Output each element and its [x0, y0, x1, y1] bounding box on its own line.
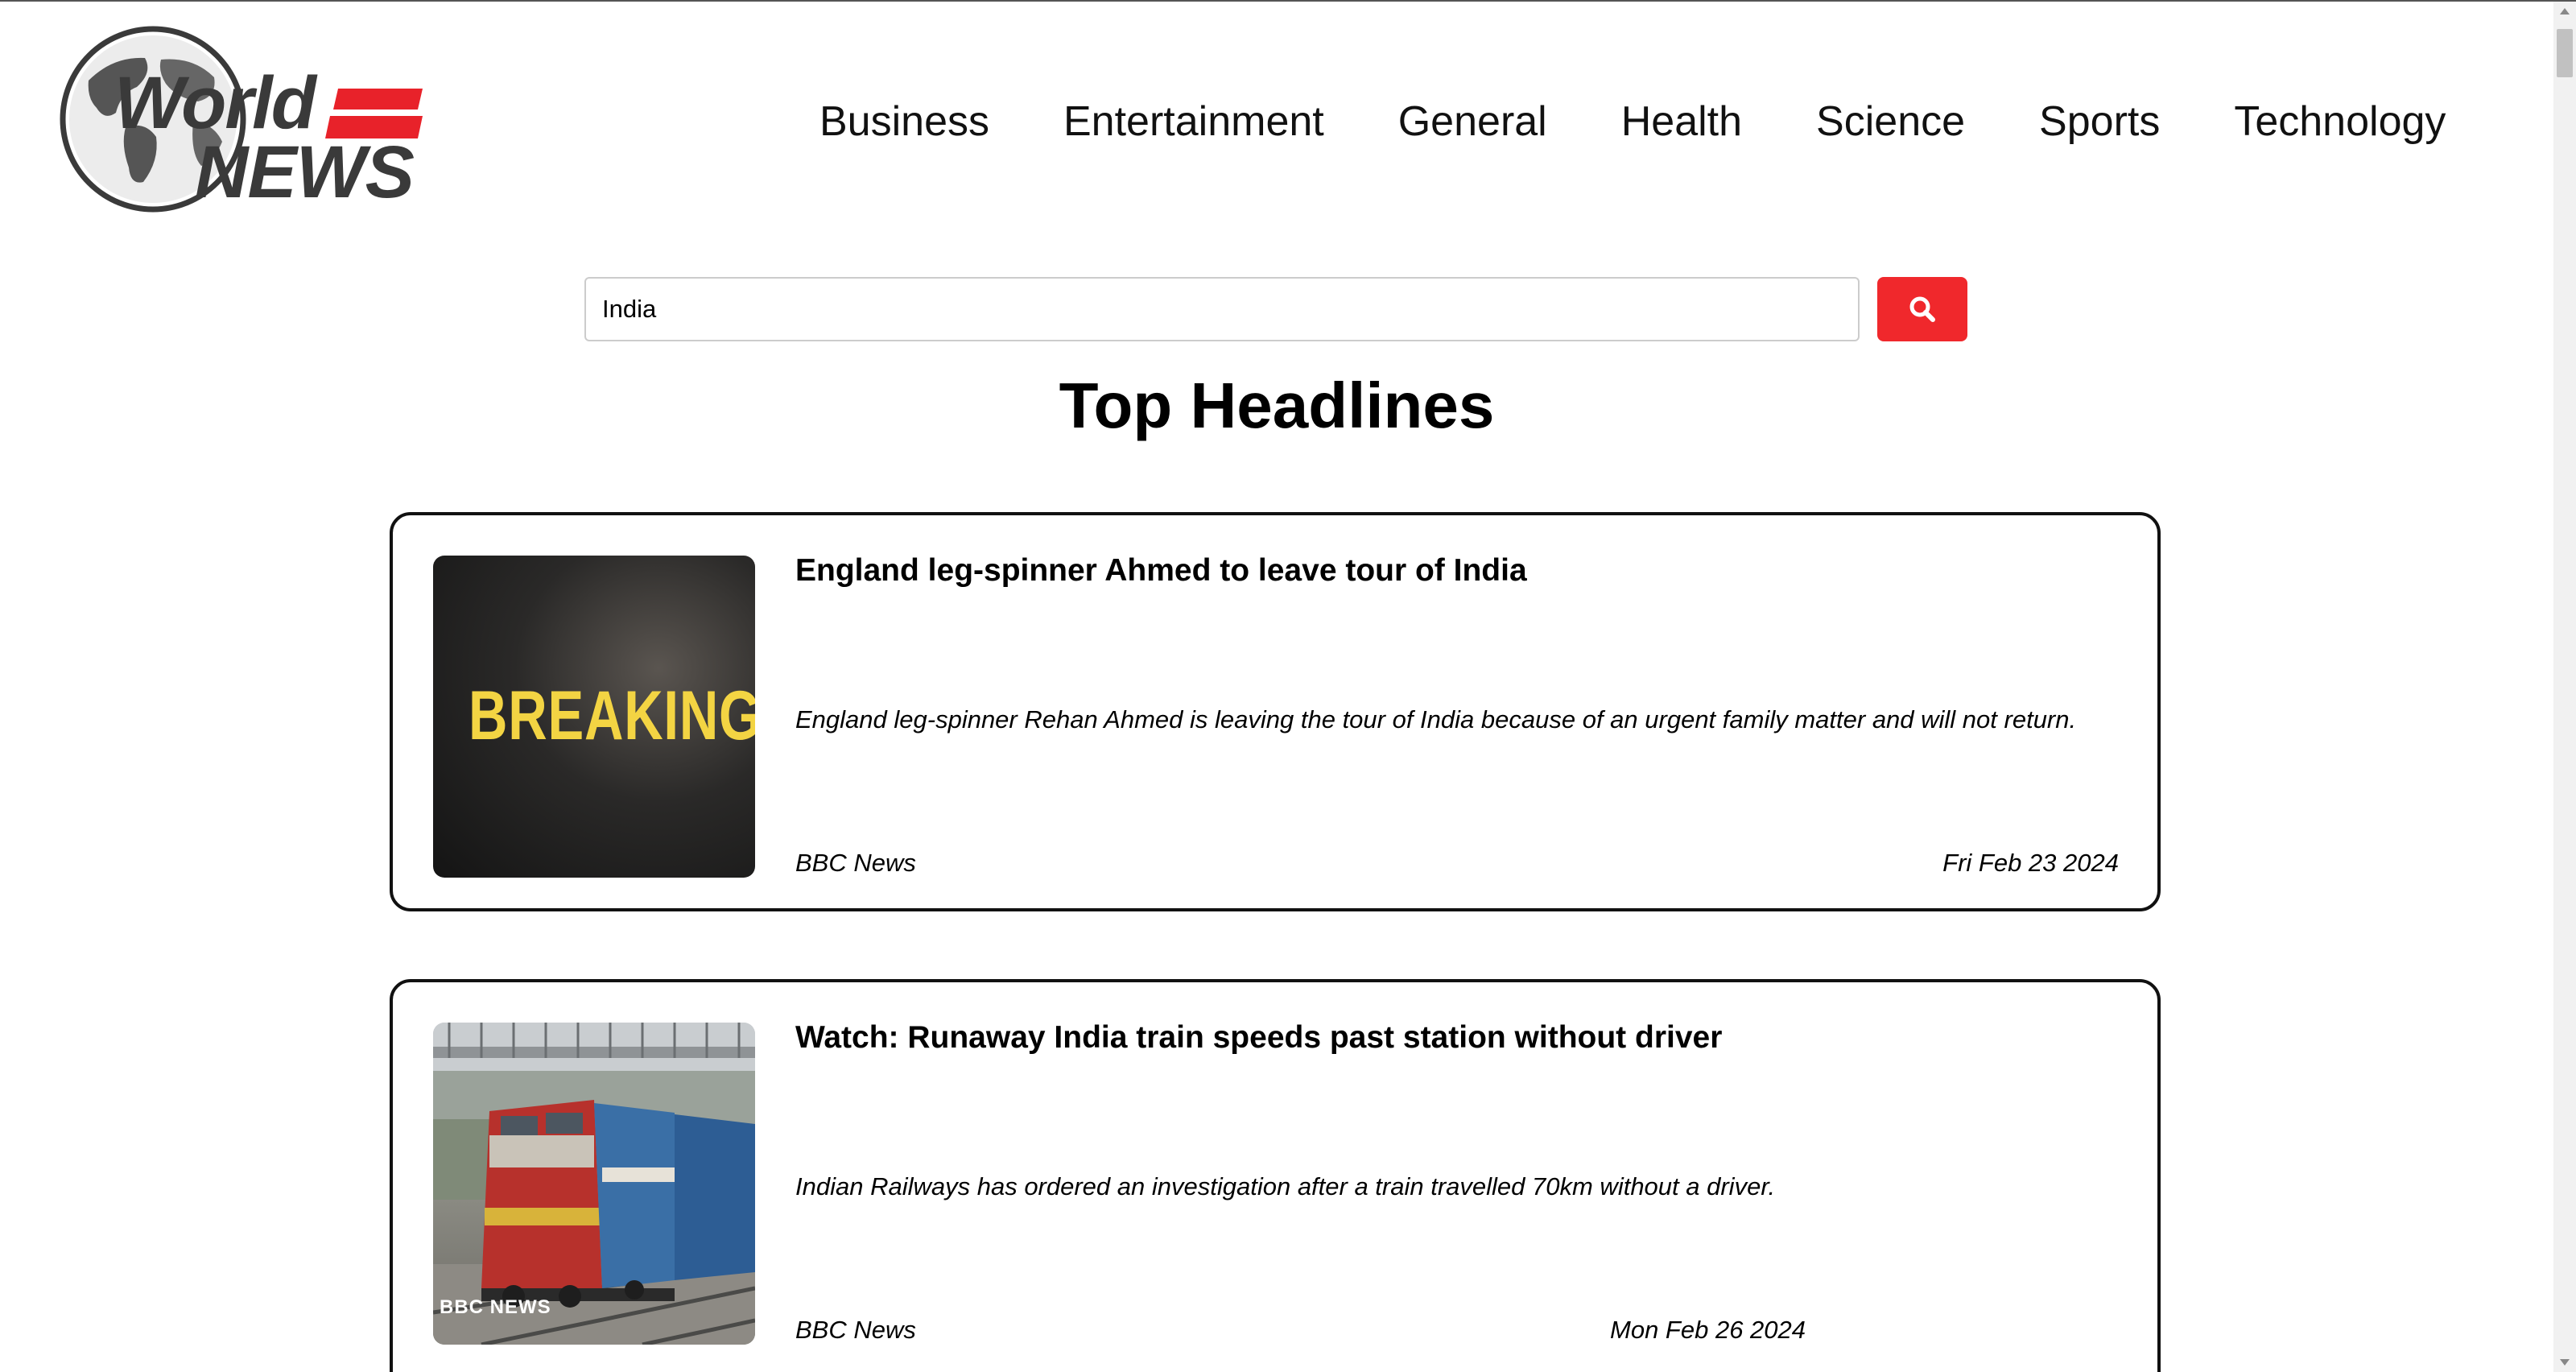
page-title: Top Headlines	[1059, 370, 1495, 441]
site-logo[interactable]: World NEWS	[56, 24, 427, 217]
logo-text-world: World	[114, 62, 316, 144]
article-date: Fri Feb 23 2024	[1942, 849, 2119, 877]
article-thumbnail[interactable]: BREAKING	[433, 556, 755, 878]
page: World NEWS Business Entertainment Genera…	[0, 2, 2553, 1372]
article-date: Mon Feb 26 2024	[1610, 1316, 1806, 1344]
nav-sports[interactable]: Sports	[2039, 97, 2160, 146]
nav-science[interactable]: Science	[1816, 97, 1965, 146]
vertical-scrollbar[interactable]	[2553, 2, 2576, 1372]
article-card[interactable]: BREAKING England leg-spinner Ahmed to le…	[390, 512, 2161, 911]
nav-business[interactable]: Business	[819, 97, 989, 146]
scroll-up-arrow-icon[interactable]	[2560, 8, 2570, 14]
scrollbar-thumb[interactable]	[2557, 29, 2573, 77]
nav-entertainment[interactable]: Entertainment	[1063, 97, 1324, 146]
nav-health[interactable]: Health	[1621, 97, 1742, 146]
search-input[interactable]	[584, 277, 1860, 341]
article-thumbnail[interactable]: BBC NEWS	[433, 1023, 755, 1345]
search-icon	[1909, 296, 1935, 322]
article-description: Indian Railways has ordered an investiga…	[795, 1172, 1776, 1200]
search-button[interactable]	[1877, 277, 1967, 341]
article-headline[interactable]: Watch: Runaway India train speeds past s…	[795, 1019, 2119, 1057]
article-card[interactable]: BBC NEWS Watch: Runaway India train spee…	[390, 979, 2161, 1372]
article-source: BBC News	[795, 849, 916, 877]
scroll-down-arrow-icon[interactable]	[2560, 1359, 2570, 1366]
breaking-thumbnail-text: BREAKING	[469, 677, 755, 754]
article-description: England leg-spinner Rehan Ahmed is leavi…	[795, 705, 2077, 734]
category-nav: Business Entertainment General Health Sc…	[819, 93, 2446, 150]
nav-technology[interactable]: Technology	[2234, 97, 2446, 146]
nav-general[interactable]: General	[1398, 97, 1547, 146]
bbc-news-watermark: BBC NEWS	[440, 1296, 551, 1318]
article-headline[interactable]: England leg-spinner Ahmed to leave tour …	[795, 552, 2119, 590]
article-source: BBC News	[795, 1316, 916, 1344]
logo-text-news: NEWS	[195, 131, 415, 213]
